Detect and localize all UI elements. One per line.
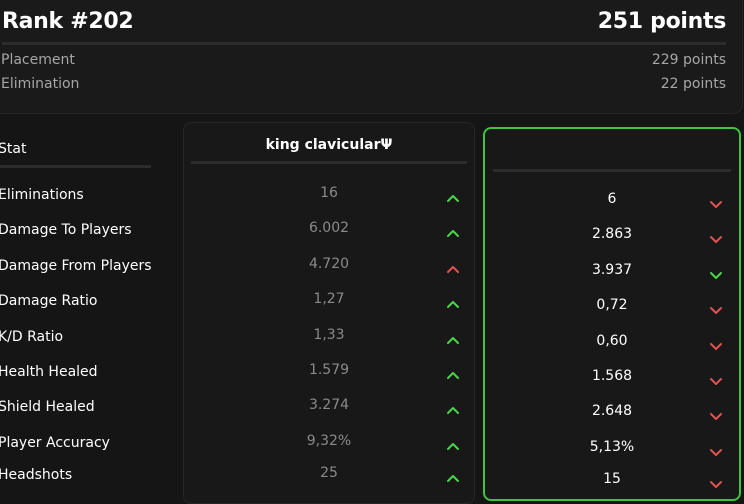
chevron-up-icon [446, 223, 460, 237]
player1-name: king clavicularΨ [265, 137, 393, 153]
stat-label: Player Accuracy [0, 435, 110, 451]
player1-stat-value: 1.579 [308, 362, 350, 378]
elimination-label: Elimination [1, 76, 80, 92]
player2-stat-value: 6 [607, 191, 617, 207]
stat-label: K/D Ratio [0, 329, 64, 345]
stat-column-header: Stat [0, 141, 27, 157]
player1-stat-value: 1,27 [313, 291, 345, 307]
player2-stat-value: 1.568 [591, 368, 633, 384]
player2-stat-value: 2.863 [591, 226, 633, 242]
player2-stat-value: 0,60 [596, 333, 628, 349]
stat-header-divider [0, 165, 151, 168]
player2-stat-value: 0,72 [596, 297, 628, 313]
stat-label: Damage Ratio [0, 293, 98, 309]
player1-stat-value: 25 [320, 465, 338, 481]
chevron-down-icon [709, 265, 723, 279]
chevron-up-icon [446, 330, 460, 344]
player1-header-divider [191, 161, 467, 164]
total-points: 251 points [597, 9, 727, 34]
player1-stat-value: 6.002 [308, 220, 350, 236]
stat-label: Damage To Players [0, 222, 132, 238]
summary-divider [2, 42, 726, 45]
player2-column[interactable]: 6 2.863 3.937 0,72 0,60 1.568 2.648 5,13% 15 [483, 127, 741, 501]
stat-label: Damage From Players [0, 258, 152, 274]
player1-stat-value: 9,32% [306, 433, 352, 449]
chevron-up-icon [446, 436, 460, 450]
player1-stat-value: 4.720 [308, 256, 350, 272]
stat-label: Headshots [0, 467, 73, 483]
player2-stat-value: 3.937 [591, 262, 633, 278]
chevron-down-icon [709, 194, 723, 208]
chevron-up-icon [446, 400, 460, 414]
chevron-down-icon [709, 336, 723, 350]
chevron-up-icon [446, 468, 460, 482]
chevron-down-icon [709, 229, 723, 243]
chevron-up-icon [446, 365, 460, 379]
player1-stat-value: 3.274 [308, 397, 350, 413]
chevron-down-icon [709, 300, 723, 314]
player2-stat-value: 2.648 [591, 403, 633, 419]
chevron-up-icon [446, 188, 460, 202]
player1-stat-value: 1,33 [313, 327, 345, 343]
elimination-points: 22 points [660, 76, 726, 92]
player2-stat-value: 15 [603, 471, 621, 487]
rank-title: Rank #202 [2, 9, 134, 34]
chevron-down-icon [709, 371, 723, 385]
chevron-up-icon [446, 259, 460, 273]
chevron-down-icon [709, 406, 723, 420]
player1-column: king clavicularΨ 16 6.002 4.720 1,27 1,33 1.5… [183, 122, 475, 504]
player1-stat-value: 16 [320, 185, 338, 201]
stat-label: Shield Healed [0, 399, 95, 415]
chevron-down-icon [709, 442, 723, 456]
placement-label: Placement [1, 52, 75, 68]
stat-label: Health Healed [0, 364, 98, 380]
player2-stat-value: 5,13% [589, 439, 635, 455]
placement-points: 229 points [651, 52, 726, 68]
stat-label: Eliminations [0, 187, 84, 203]
player2-header-divider [493, 169, 731, 172]
chevron-up-icon [446, 294, 460, 308]
